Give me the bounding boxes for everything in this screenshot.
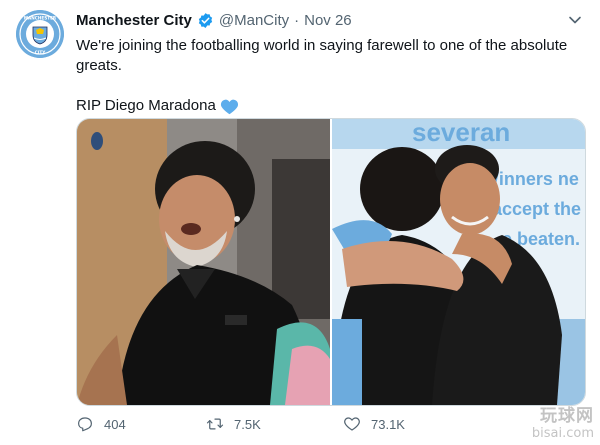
watermark-sub: bisai.com [531, 426, 594, 441]
site-watermark: 玩球网 bisai.com [464, 401, 594, 441]
tweet-text-line-2-wrapper: RIP Diego Maradona [76, 96, 586, 116]
avatar-badge-top-text: MANCHESTER [24, 16, 57, 21]
blue-heart-icon [220, 99, 238, 114]
tweet-header: Manchester City @ManCity · Nov 26 [76, 10, 352, 30]
like-button[interactable]: 73.1K [343, 412, 405, 436]
retweet-count: 7.5K [234, 416, 261, 432]
like-count: 73.1K [371, 416, 405, 432]
tweet-media: severan Winners ne accept the e beaten. [76, 118, 586, 406]
avatar[interactable]: MANCHESTER CITY [16, 10, 64, 58]
user-handle[interactable]: @ManCity [219, 12, 289, 29]
tweet-date[interactable]: Nov 26 [304, 12, 352, 29]
chevron-down-icon [569, 16, 581, 24]
display-name[interactable]: Manchester City [76, 12, 192, 29]
tweet-card[interactable]: MANCHESTER CITY Manchester City @ManCity… [0, 0, 600, 445]
tweet-text: We're joining the footballing world in s… [76, 36, 586, 116]
media-photo-1[interactable] [77, 119, 330, 405]
watermark-text: 玩球网 [540, 406, 594, 426]
media-photo-2[interactable]: severan Winners ne accept the e beaten. [332, 119, 585, 405]
avatar-badge-bottom-text: CITY [35, 50, 46, 55]
tweet-text-line-2: RIP Diego Maradona [76, 97, 216, 114]
banner-word-3: accept the [492, 199, 581, 219]
tweet-text-line-1: We're joining the footballing world in s… [76, 37, 568, 74]
heart-outline-icon [344, 417, 360, 431]
separator-dot: · [294, 11, 300, 29]
photo-maradona-image [77, 119, 330, 405]
reply-count: 404 [104, 416, 126, 432]
banner-word-1: severan [412, 119, 510, 147]
retweet-icon [206, 418, 224, 430]
reply-icon [78, 417, 92, 432]
verified-badge-icon [198, 12, 213, 28]
retweet-button[interactable]: 7.5K [206, 412, 261, 436]
reply-button[interactable]: 404 [76, 412, 126, 436]
photo-embrace-image: severan Winners ne accept the e beaten. [332, 119, 585, 405]
man-city-badge-icon: MANCHESTER CITY [16, 10, 64, 58]
more-options-button[interactable] [566, 11, 584, 29]
